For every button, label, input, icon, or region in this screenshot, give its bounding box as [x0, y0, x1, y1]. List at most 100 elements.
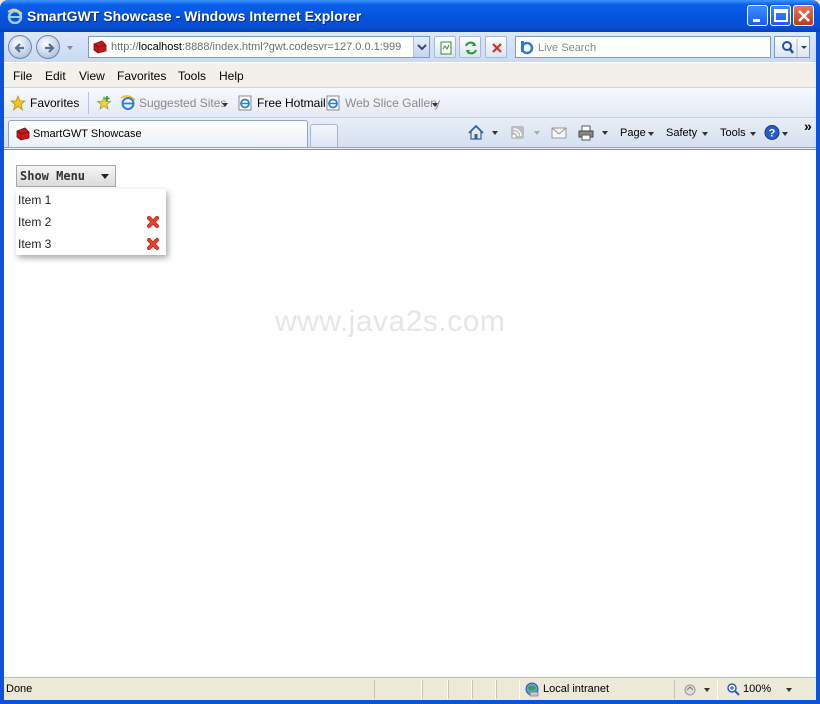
feeds-icon[interactable]: [509, 124, 527, 141]
status-panel: [496, 680, 520, 699]
recent-pages-dropdown-icon[interactable]: [67, 46, 73, 50]
free-hotmail-link[interactable]: Free Hotmail: [257, 96, 326, 110]
svg-text:?: ?: [769, 128, 776, 140]
forward-arrow-icon: [45, 43, 55, 53]
menu-favorites[interactable]: Favorites: [117, 69, 166, 83]
tools-menu-button[interactable]: Tools: [720, 127, 746, 139]
compatibility-icon: [440, 41, 452, 55]
tools-dropdown-icon[interactable]: [750, 132, 756, 136]
menu-tools[interactable]: Tools: [178, 69, 206, 83]
menu-file[interactable]: File: [13, 69, 32, 83]
new-tab-button[interactable]: [310, 124, 338, 147]
print-icon[interactable]: [577, 124, 595, 141]
web-slice-dropdown-icon[interactable]: [432, 103, 438, 107]
safety-menu-button[interactable]: Safety: [666, 127, 697, 139]
protected-mode-dropdown-icon[interactable]: [704, 688, 710, 692]
menu-bar: File Edit View Favorites Tools Help: [4, 62, 816, 88]
chevron-down-icon: [417, 44, 427, 51]
search-box[interactable]: Live Search: [515, 36, 771, 58]
browser-window: SmartGWT Showcase - Windows Internet Exp…: [0, 0, 820, 704]
menu-view[interactable]: View: [79, 69, 105, 83]
protected-mode-icon[interactable]: [682, 682, 698, 698]
close-window-button[interactable]: [793, 5, 814, 26]
remove-icon[interactable]: [146, 215, 160, 229]
dropdown-menu: Item 1 Item 2 Item 3: [16, 189, 166, 255]
show-menu-label: Show Menu: [20, 169, 86, 183]
menu-item-label: Item 3: [18, 237, 52, 251]
refresh-button[interactable]: [459, 36, 481, 58]
suggested-sites-dropdown-icon[interactable]: [222, 103, 228, 107]
close-icon: [798, 10, 810, 22]
home-dropdown-icon[interactable]: [492, 131, 498, 135]
compatibility-view-button[interactable]: [434, 36, 456, 58]
status-panel: [448, 680, 472, 699]
menu-item-2[interactable]: Item 2: [16, 211, 166, 233]
maximize-icon: [774, 9, 788, 22]
back-button[interactable]: [8, 35, 32, 59]
refresh-icon: [465, 41, 477, 55]
web-slice-icon: [326, 95, 340, 111]
search-icon: [782, 39, 807, 57]
favorites-button[interactable]: Favorites: [30, 96, 79, 110]
live-search-logo-icon: [520, 41, 534, 55]
web-slice-gallery-link[interactable]: Web Slice Gallery: [345, 96, 440, 110]
show-menu-button[interactable]: Show Menu: [16, 165, 116, 187]
search-input[interactable]: Live Search: [538, 42, 596, 54]
status-panel: [374, 680, 422, 699]
ie-page-icon: [120, 95, 136, 110]
status-panel: [472, 680, 496, 699]
address-bar[interactable]: http://localhost:8888/index.html?gwt.cod…: [88, 36, 430, 58]
menu-item-1[interactable]: Item 1: [16, 189, 166, 211]
menu-item-label: Item 2: [18, 215, 52, 229]
navigation-bar: http://localhost:8888/index.html?gwt.cod…: [4, 32, 816, 62]
title-bar[interactable]: SmartGWT Showcase - Windows Internet Exp…: [0, 0, 820, 32]
toolbar-overflow-chevron-icon[interactable]: »: [804, 118, 812, 134]
browser-frame: http://localhost:8888/index.html?gwt.cod…: [4, 32, 816, 700]
suggested-sites-link[interactable]: Suggested Sites: [139, 96, 226, 110]
security-zone[interactable]: Local intranet: [543, 683, 609, 695]
window-title: SmartGWT Showcase - Windows Internet Exp…: [27, 8, 362, 24]
tab-smartgwt-showcase[interactable]: SmartGWT Showcase: [8, 120, 308, 147]
page-menu-button[interactable]: Page: [620, 127, 646, 139]
add-to-favorites-bar-icon[interactable]: [96, 95, 112, 111]
favorites-separator: [88, 92, 89, 114]
minimize-button[interactable]: [747, 5, 768, 26]
search-button[interactable]: [774, 36, 810, 58]
minimize-icon: [753, 19, 760, 22]
stop-button[interactable]: [485, 36, 507, 58]
forward-button[interactable]: [36, 35, 60, 59]
help-dropdown-icon[interactable]: [782, 132, 788, 136]
favorites-bar: Favorites Suggested Sites Free Hotmail W…: [4, 88, 816, 118]
print-dropdown-icon[interactable]: [602, 131, 608, 135]
menu-dropdown-arrow-icon: [101, 174, 109, 179]
remove-icon[interactable]: [146, 237, 160, 251]
stop-icon: [492, 43, 502, 53]
menu-item-3[interactable]: Item 3: [16, 233, 166, 255]
read-mail-icon[interactable]: [550, 124, 568, 141]
address-url[interactable]: http://localhost:8888/index.html?gwt.cod…: [111, 41, 401, 53]
menu-help[interactable]: Help: [219, 69, 244, 83]
favorites-star-icon: [10, 95, 26, 111]
menu-edit[interactable]: Edit: [45, 69, 66, 83]
status-text: Done: [6, 683, 33, 695]
zoom-dropdown-icon[interactable]: [786, 688, 792, 692]
address-dropdown-button[interactable]: [413, 37, 429, 57]
maximize-button[interactable]: [770, 5, 791, 26]
help-icon[interactable]: ?: [763, 124, 781, 141]
local-intranet-globe-icon: [525, 682, 539, 697]
menu-item-label: Item 1: [18, 193, 52, 207]
zoom-level[interactable]: 100%: [743, 683, 771, 695]
ie-logo-icon: [7, 8, 23, 24]
page-content: Show Menu Item 1 Item 2 Item 3 www.java2…: [4, 149, 816, 676]
back-arrow-icon: [14, 43, 24, 53]
feeds-dropdown-icon[interactable]: [534, 131, 540, 135]
gwt-favicon-icon: [16, 127, 30, 141]
page-dropdown-icon[interactable]: [648, 132, 654, 136]
safety-dropdown-icon[interactable]: [702, 132, 708, 136]
tab-label: SmartGWT Showcase: [33, 128, 142, 140]
home-icon[interactable]: [467, 124, 485, 141]
ie-page-icon: [238, 95, 252, 111]
zoom-icon: [727, 683, 740, 696]
tab-bar: SmartGWT Showcase Page Safety Tools ? »: [4, 118, 816, 148]
watermark-text: www.java2s.com: [275, 305, 506, 338]
